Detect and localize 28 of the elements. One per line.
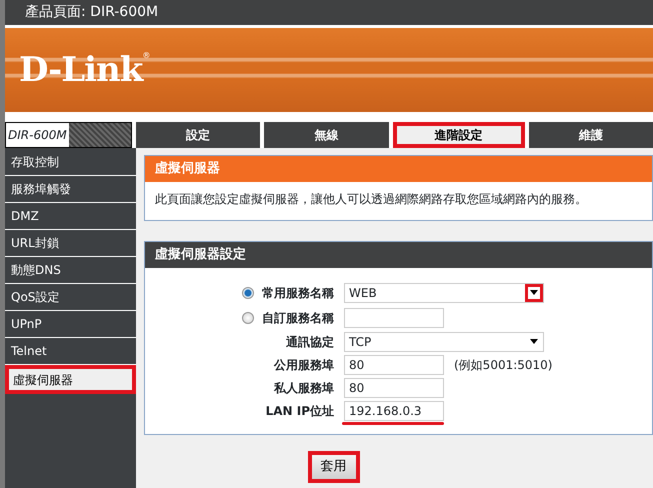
field-label: LAN IP位址 <box>266 402 334 420</box>
sidebar-item[interactable]: 虛擬伺服器 <box>5 365 136 394</box>
apply-button[interactable]: 套用 <box>308 451 360 482</box>
section-title: 虛擬伺服器 <box>145 156 652 182</box>
field-label: 常用服務名稱 <box>262 284 334 302</box>
brand-logo: D-Link <box>19 48 142 92</box>
input-field[interactable] <box>344 308 444 328</box>
registered-mark: ® <box>142 50 150 60</box>
input-field[interactable]: 80 <box>344 378 444 398</box>
field-label: 通訊協定 <box>286 334 334 350</box>
input-field[interactable]: 192.168.0.3 <box>344 400 444 420</box>
section-title: 虛擬伺服器設定 <box>145 242 652 268</box>
field-label: 私人服務埠 <box>274 380 334 396</box>
page-title: 產品頁面: DIR-600M <box>25 3 158 22</box>
intro-text: 此頁面讓您設定虛擬伺服器，讓他人可以透過網際網路存取您區域網路內的服務。 <box>154 191 588 208</box>
model-name: DIR-600M <box>6 123 69 147</box>
nav-tab[interactable]: 設定 <box>136 122 260 148</box>
nav-tab[interactable]: 進階設定 <box>392 122 525 148</box>
nav-tab[interactable]: 維護 <box>528 122 653 148</box>
radio-button[interactable] <box>242 312 254 324</box>
dropdown-field[interactable]: WEB <box>344 282 544 302</box>
field-label: 公用服務埠 <box>274 356 334 374</box>
dropdown-field[interactable]: TCP <box>344 332 544 352</box>
nav-tab[interactable]: 無線 <box>264 122 388 148</box>
radio-button[interactable] <box>242 286 254 298</box>
hint-text: (例如5001:5010) <box>454 356 552 374</box>
input-field[interactable]: 80 <box>344 354 444 374</box>
field-label: 自訂服務名稱 <box>262 310 334 326</box>
